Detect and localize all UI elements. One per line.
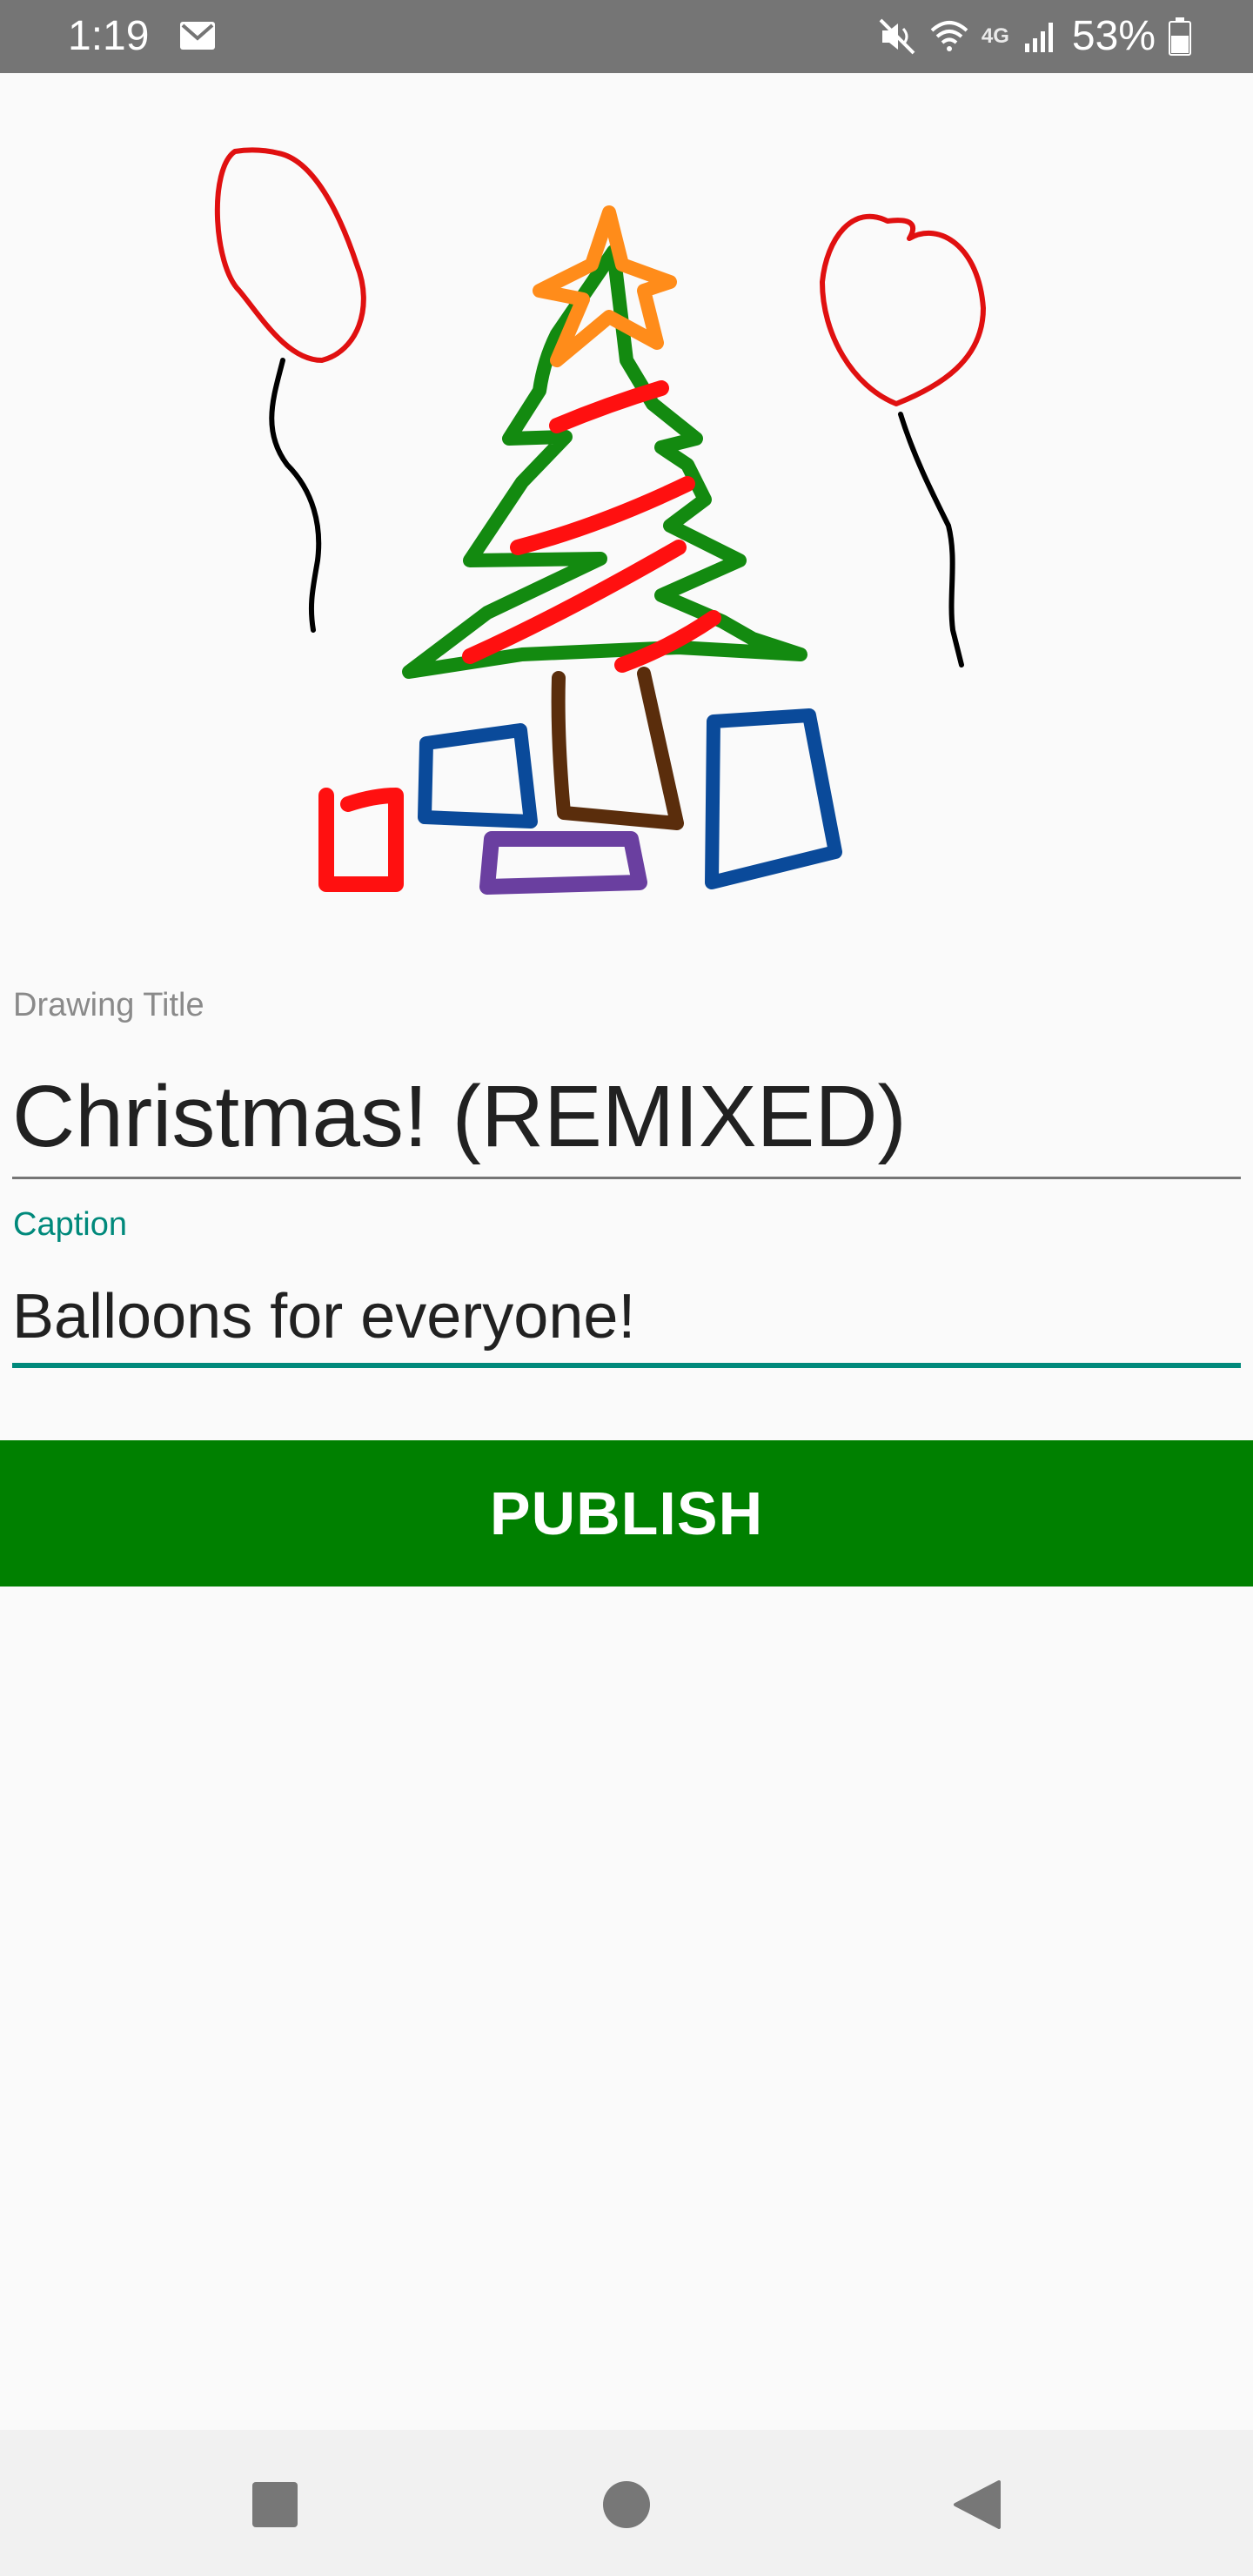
title-label: Drawing Title [13,987,204,1023]
balloon-right [820,213,986,406]
back-icon [954,2480,1001,2529]
caption-underline [12,1363,1241,1368]
recents-button[interactable] [240,2470,310,2539]
status-icons: 4G 53% [877,9,1192,64]
title-underline [12,1177,1241,1179]
home-icon [603,2481,650,2528]
publish-button[interactable]: PUBLISH [0,1440,1253,1587]
caption-label: Caption [13,1206,127,1243]
network-type: 4G [981,24,1009,48]
recents-icon [252,2482,298,2527]
mute-icon [879,18,915,55]
back-button[interactable] [941,2470,1011,2539]
tree-trunk [551,667,684,830]
navigation-bar [0,2430,1253,2576]
present-blue-left [418,723,538,828]
garland-1 [549,380,669,433]
balloon-left [214,147,366,363]
caption-input[interactable]: Balloons for everyone! [12,1278,1239,1356]
drawing-canvas[interactable] [0,73,1253,926]
garland-4 [614,610,721,673]
title-input[interactable]: Christmas! (REMIXED) [12,1060,1239,1173]
gmail-icon [180,22,215,50]
present-purple [479,831,647,895]
home-button[interactable] [592,2470,661,2539]
present-red [318,788,404,892]
battery-percent: 53% [1071,13,1156,59]
battery-icon [1169,17,1191,56]
wifi-icon [930,21,968,51]
present-blue-right [705,708,842,889]
status-bar: 1:19 4G 53% [0,0,1253,73]
signal-icon [1024,23,1053,52]
balloon-left-string [269,358,322,633]
garland-2 [510,476,695,555]
status-time: 1:19 [68,13,150,59]
tree-star [533,205,677,367]
balloon-right-string [898,412,964,667]
